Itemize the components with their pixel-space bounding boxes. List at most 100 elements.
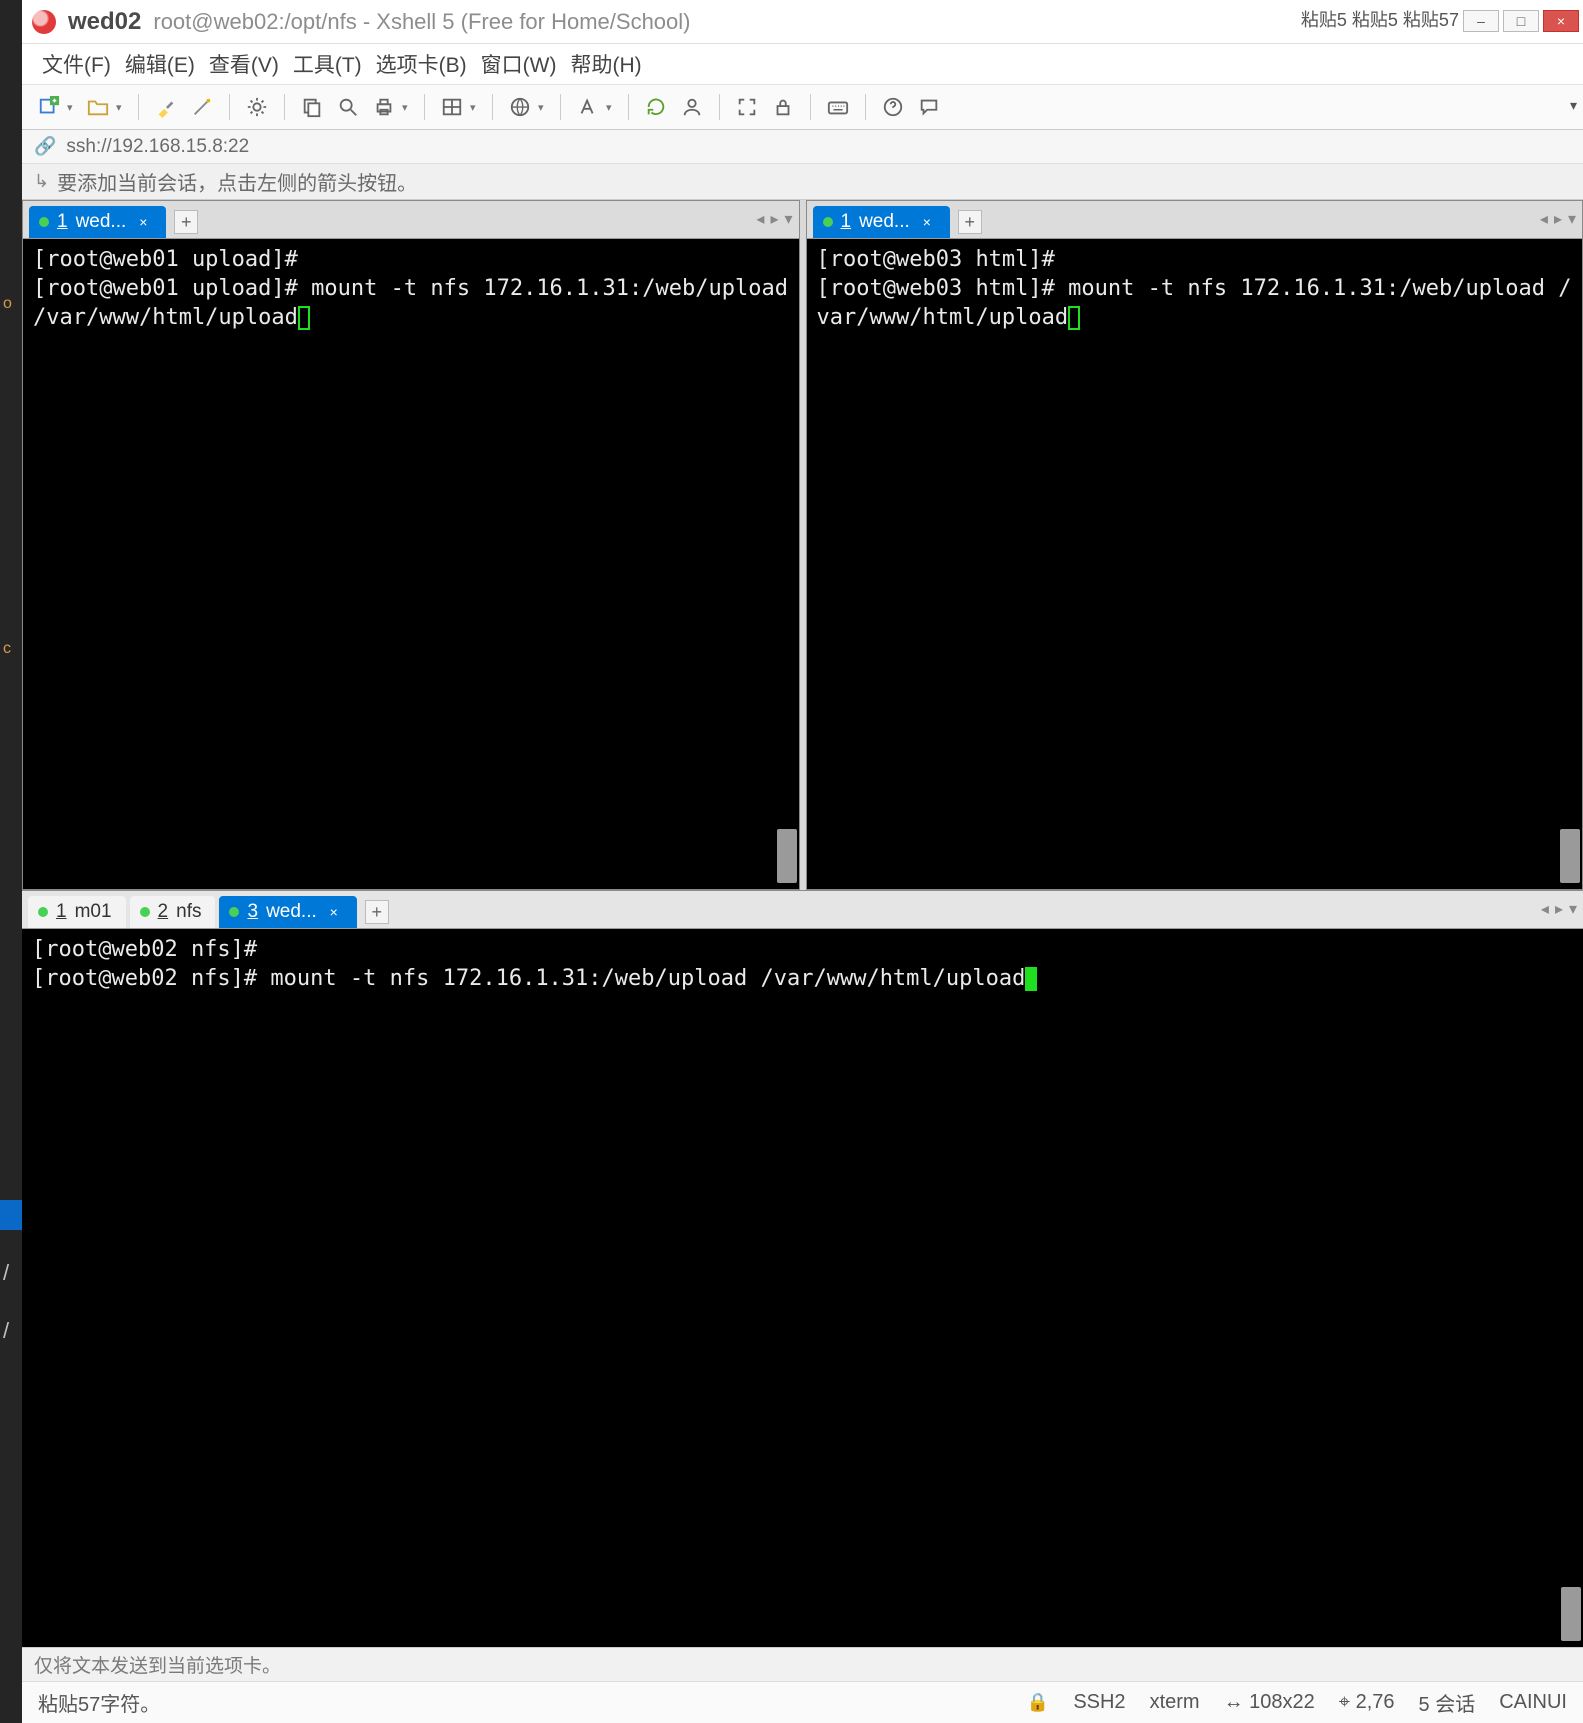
size-icon: ↔ bbox=[1224, 1691, 1244, 1713]
chevron-left-icon[interactable]: ◂ bbox=[1540, 209, 1548, 229]
tab-number: 1 bbox=[841, 211, 852, 233]
tab-number: 1 bbox=[56, 901, 67, 923]
new-session-icon[interactable] bbox=[34, 92, 64, 122]
tab-m01[interactable]: 1 m01 bbox=[28, 896, 126, 928]
toolbar: ▾ ▾ ▾ ▾ ▾ ▾ ▾ bbox=[22, 84, 1583, 130]
layout-icon[interactable] bbox=[437, 92, 467, 122]
dropdown-icon[interactable]: ▾ bbox=[784, 209, 792, 229]
app-icon bbox=[32, 10, 56, 34]
close-button[interactable]: × bbox=[1543, 10, 1579, 32]
gutter-glyph: o bbox=[3, 295, 12, 313]
dropdown-icon[interactable]: ▾ bbox=[606, 101, 616, 114]
term-line: [root@web03 html]# bbox=[817, 247, 1055, 272]
xshell-window: wed02 root@web02:/opt/nfs - Xshell 5 (Fr… bbox=[22, 0, 1583, 1723]
menu-edit[interactable]: 编辑(E) bbox=[125, 49, 195, 79]
tab-nav-arrows[interactable]: ◂ ▸ ▾ bbox=[1540, 209, 1576, 229]
tab-nav-arrows[interactable]: ◂ ▸ ▾ bbox=[1541, 899, 1577, 919]
chevron-left-icon[interactable]: ◂ bbox=[1541, 899, 1549, 919]
status-pos: ⌖ 2,76 bbox=[1339, 1691, 1395, 1714]
keyboard-icon[interactable] bbox=[823, 92, 853, 122]
tab-close-icon[interactable]: × bbox=[918, 213, 936, 231]
refresh-icon[interactable] bbox=[641, 92, 671, 122]
chevron-right-icon[interactable]: ▸ bbox=[1555, 899, 1563, 919]
address-url[interactable]: ssh://192.168.15.8:22 bbox=[66, 136, 249, 158]
scrollbar-thumb[interactable] bbox=[1560, 829, 1580, 883]
menu-help[interactable]: 帮助(H) bbox=[570, 49, 641, 79]
chat-icon[interactable] bbox=[914, 92, 944, 122]
tab-label: wed... bbox=[76, 211, 127, 233]
dropdown-icon[interactable]: ▾ bbox=[470, 101, 480, 114]
tab-close-icon[interactable]: × bbox=[325, 903, 343, 921]
send-target-bar[interactable]: 仅将文本发送到当前选项卡。 bbox=[22, 1647, 1583, 1681]
tab-add-button[interactable]: + bbox=[958, 210, 982, 234]
gutter-highlight bbox=[0, 1200, 22, 1230]
toolbar-separator bbox=[492, 94, 493, 120]
chevron-right-icon[interactable]: ▸ bbox=[770, 209, 778, 229]
status-left: 粘贴57字符。 bbox=[38, 1688, 160, 1717]
toolbar-separator bbox=[719, 94, 720, 120]
gutter-slash: / bbox=[3, 1318, 9, 1344]
maximize-button[interactable]: □ bbox=[1503, 10, 1539, 32]
tab-label: nfs bbox=[176, 901, 201, 923]
dropdown-icon[interactable]: ▾ bbox=[402, 101, 412, 114]
dropdown-icon[interactable]: ▾ bbox=[1568, 209, 1576, 229]
open-icon[interactable] bbox=[83, 92, 113, 122]
menu-tab[interactable]: 选项卡(B) bbox=[376, 49, 467, 79]
globe-icon[interactable] bbox=[505, 92, 535, 122]
search-icon[interactable] bbox=[333, 92, 363, 122]
terminal-bottom[interactable]: [root@web02 nfs]# [root@web02 nfs]# moun… bbox=[22, 929, 1583, 1647]
pos-icon: ⌖ bbox=[1339, 1691, 1350, 1713]
terminal-right[interactable]: [root@web03 html]# [root@web03 html]# mo… bbox=[807, 239, 1583, 889]
tab-add-button[interactable]: + bbox=[174, 210, 198, 234]
tab-wed-left[interactable]: 1 wed... × bbox=[29, 206, 166, 238]
font-icon[interactable] bbox=[573, 92, 603, 122]
lock-icon[interactable] bbox=[768, 92, 798, 122]
term-line: [root@web03 html]# mount -t nfs 172.16.1… bbox=[817, 276, 1572, 330]
menu-tools[interactable]: 工具(T) bbox=[293, 49, 362, 79]
tab-label: m01 bbox=[75, 901, 112, 923]
status-dot-icon bbox=[38, 907, 48, 917]
wand-icon[interactable] bbox=[187, 92, 217, 122]
dropdown-icon[interactable]: ▾ bbox=[67, 101, 77, 114]
top-split: 1 wed... × + ◂ ▸ ▾ [root@web01 upload]# [r… bbox=[22, 200, 1583, 890]
print-icon[interactable] bbox=[369, 92, 399, 122]
scrollbar-thumb[interactable] bbox=[1561, 1587, 1581, 1641]
tab-row: 1 wed... × + ◂ ▸ ▾ bbox=[807, 201, 1583, 239]
chevron-left-icon[interactable]: ◂ bbox=[756, 209, 764, 229]
tab-close-icon[interactable]: × bbox=[134, 213, 152, 231]
tab-nfs[interactable]: 2 nfs bbox=[130, 896, 216, 928]
tab-add-button[interactable]: + bbox=[365, 900, 389, 924]
toolbar-separator bbox=[424, 94, 425, 120]
fullscreen-icon[interactable] bbox=[732, 92, 762, 122]
dropdown-icon[interactable]: ▾ bbox=[1569, 899, 1577, 919]
toolbar-overflow-icon[interactable]: ▾ bbox=[1570, 97, 1577, 114]
user-icon[interactable] bbox=[677, 92, 707, 122]
gear-icon[interactable] bbox=[242, 92, 272, 122]
tab-label: wed... bbox=[859, 211, 910, 233]
menu-file[interactable]: 文件(F) bbox=[42, 49, 111, 79]
tab-number: 1 bbox=[57, 211, 68, 233]
scrollbar-thumb[interactable] bbox=[777, 829, 797, 883]
dropdown-icon[interactable]: ▾ bbox=[538, 101, 548, 114]
minimize-button[interactable]: – bbox=[1463, 10, 1499, 32]
tab-label: wed... bbox=[266, 901, 317, 923]
lock-icon: 🔒 bbox=[1027, 1692, 1049, 1713]
highlight-icon[interactable] bbox=[151, 92, 181, 122]
status-ssh: SSH2 bbox=[1073, 1691, 1125, 1714]
link-icon: 🔗 bbox=[34, 136, 56, 157]
menu-window[interactable]: 窗口(W) bbox=[481, 49, 557, 79]
chevron-right-icon[interactable]: ▸ bbox=[1554, 209, 1562, 229]
dropdown-icon[interactable]: ▾ bbox=[116, 101, 126, 114]
tab-wed02[interactable]: 3 wed... × bbox=[219, 896, 356, 928]
term-line: [root@web01 upload]# bbox=[33, 247, 298, 272]
status-caps: CAINUI bbox=[1499, 1691, 1567, 1714]
tab-nav-arrows[interactable]: ◂ ▸ ▾ bbox=[756, 209, 792, 229]
menu-view[interactable]: 查看(V) bbox=[209, 49, 279, 79]
terminal-left[interactable]: [root@web01 upload]# [root@web01 upload]… bbox=[23, 239, 799, 889]
term-line: [root@web02 nfs]# mount -t nfs 172.16.1.… bbox=[32, 966, 1025, 991]
copy-icon[interactable] bbox=[297, 92, 327, 122]
tab-wed-right[interactable]: 1 wed... × bbox=[813, 206, 950, 238]
status-dot-icon bbox=[229, 907, 239, 917]
status-sessions: 5 会话 bbox=[1419, 1688, 1476, 1717]
help-icon[interactable] bbox=[878, 92, 908, 122]
